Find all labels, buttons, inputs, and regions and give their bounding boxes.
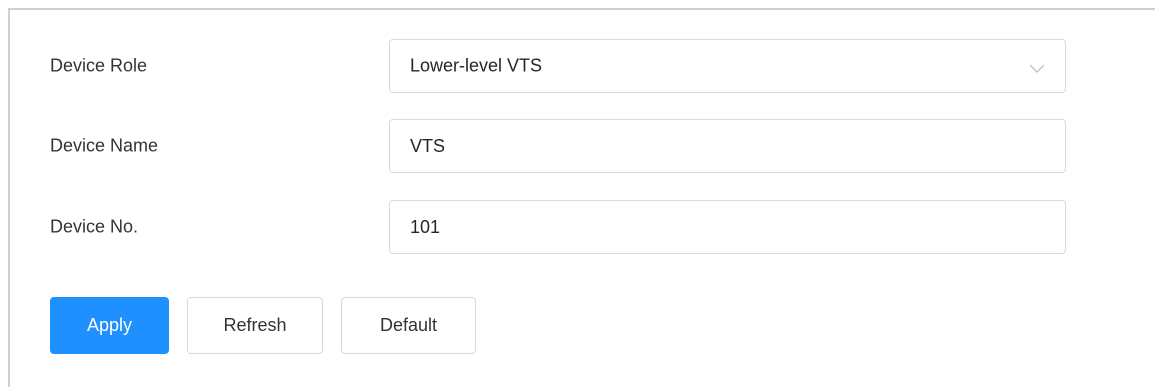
device-role-label: Device Role [50,55,148,76]
device-name-row: Device Name [10,119,1155,173]
chevron-down-icon [1029,61,1045,73]
device-settings-panel: Device Role Lower-level VTS Device Name … [8,8,1155,387]
device-role-row: Device Role Lower-level VTS [10,39,1155,93]
device-name-field-wrapper [389,119,1066,173]
device-role-select[interactable]: Lower-level VTS [389,39,1066,93]
device-role-selected-value: Lower-level VTS [410,55,543,76]
device-no-field-wrapper [389,200,1066,254]
device-name-input[interactable] [390,120,1065,172]
apply-button[interactable]: Apply [50,297,169,354]
device-no-row: Device No. [10,200,1155,254]
refresh-button[interactable]: Refresh [187,297,323,354]
device-name-label: Device Name [50,135,159,156]
device-no-input[interactable] [390,201,1065,253]
default-button[interactable]: Default [341,297,476,354]
device-no-label: Device No. [50,216,139,237]
